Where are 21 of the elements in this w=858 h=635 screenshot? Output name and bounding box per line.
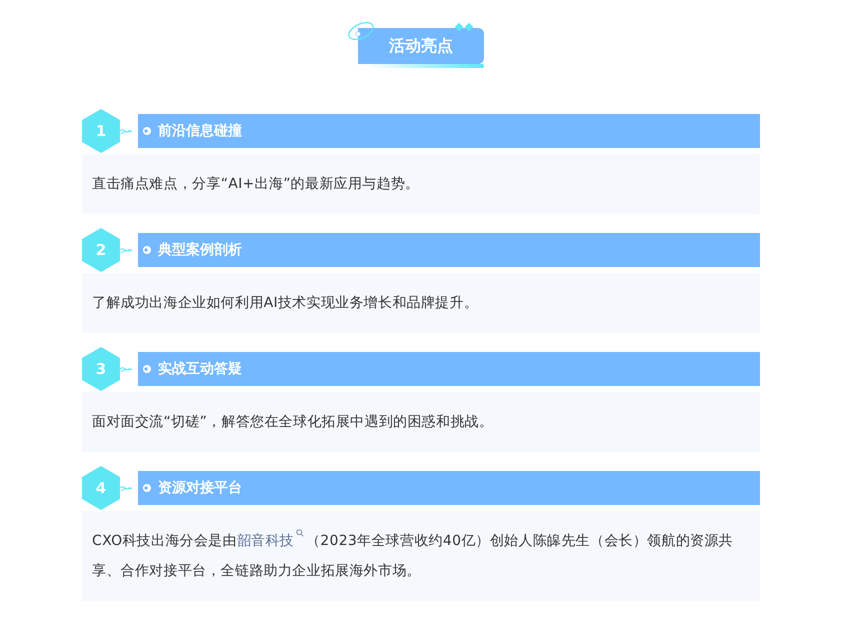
ring-icon [346, 20, 376, 42]
search-link[interactable]: 韶音科技 [236, 533, 294, 549]
diamond-icon [454, 22, 476, 32]
description-text: 面对面交流“切磋”，解答您在全球化拓展中遇到的困惑和挑战。 [92, 413, 494, 432]
section-heading: 典型案例剖析 [158, 241, 242, 259]
bullet-icon [142, 483, 152, 493]
section-heading: 资源对接平台 [158, 479, 242, 497]
description-text: 直击痛点难点，分享“AI+出海”的最新应用与趋势。 [92, 175, 420, 194]
number-badge: 4 [82, 466, 120, 510]
number-badge: 3 [82, 347, 120, 391]
bullet-icon [142, 126, 152, 136]
description-text: 了解成功出海企业如何利用AI技术实现业务增长和品牌提升。 [92, 294, 480, 313]
section-heading: 前沿信息碰撞 [158, 122, 242, 140]
number-badge: 2 [82, 228, 120, 272]
number-badge: 1 [82, 109, 120, 153]
section-title: 活动亮点 [358, 28, 484, 64]
bullet-icon [142, 245, 152, 255]
search-icon[interactable] [296, 529, 304, 537]
bullet-icon [142, 364, 152, 374]
section-heading: 实战互动答疑 [158, 360, 242, 378]
description-text: CXO科技出海分会是由韶音科技 （2023年全球营收约40亿）创始人陈皞先生（会长）领航的资源共享、合作对接平台，全链路助力企业拓展海外市场。 [92, 526, 750, 586]
